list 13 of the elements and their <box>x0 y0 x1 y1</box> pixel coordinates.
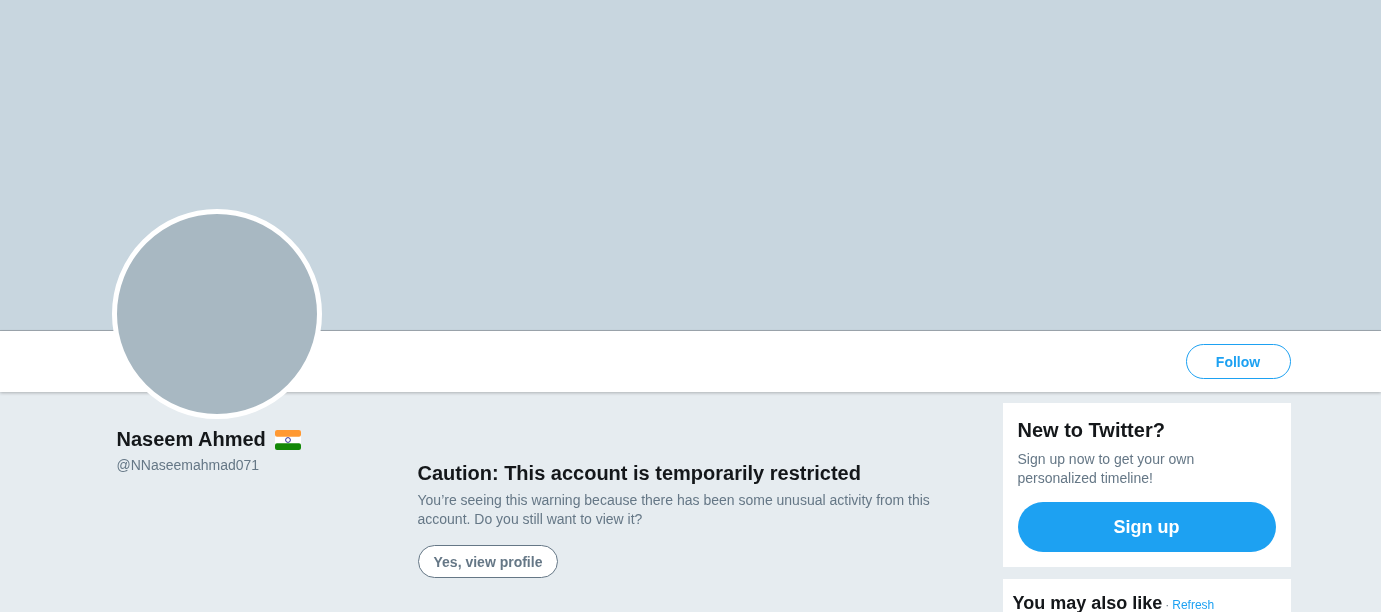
follow-button[interactable]: Follow <box>1185 344 1291 379</box>
flag-icon <box>274 429 301 450</box>
card-title: New to Twitter? <box>1017 419 1166 442</box>
sign-up-button[interactable]: Sign up <box>1017 502 1276 552</box>
view-profile-button[interactable]: Yes, view profile <box>417 545 559 578</box>
suggestions-title: You may also like <box>1012 593 1163 612</box>
refresh-link[interactable]: Refresh <box>1172 598 1215 612</box>
profile-handle: @NNaseemahmad071 <box>116 457 261 473</box>
card-text: Sign up now to get your own personalized timeline! <box>1017 450 1196 488</box>
separator: · <box>1165 598 1170 612</box>
warning-message: You’re seeing this warning because there has been some unusual activity from this account. Do you still want to view it? <box>417 491 931 529</box>
profile-name: Naseem Ahmed <box>116 428 266 451</box>
warning-title: Caution: This account is temporarily restricted <box>417 462 862 485</box>
